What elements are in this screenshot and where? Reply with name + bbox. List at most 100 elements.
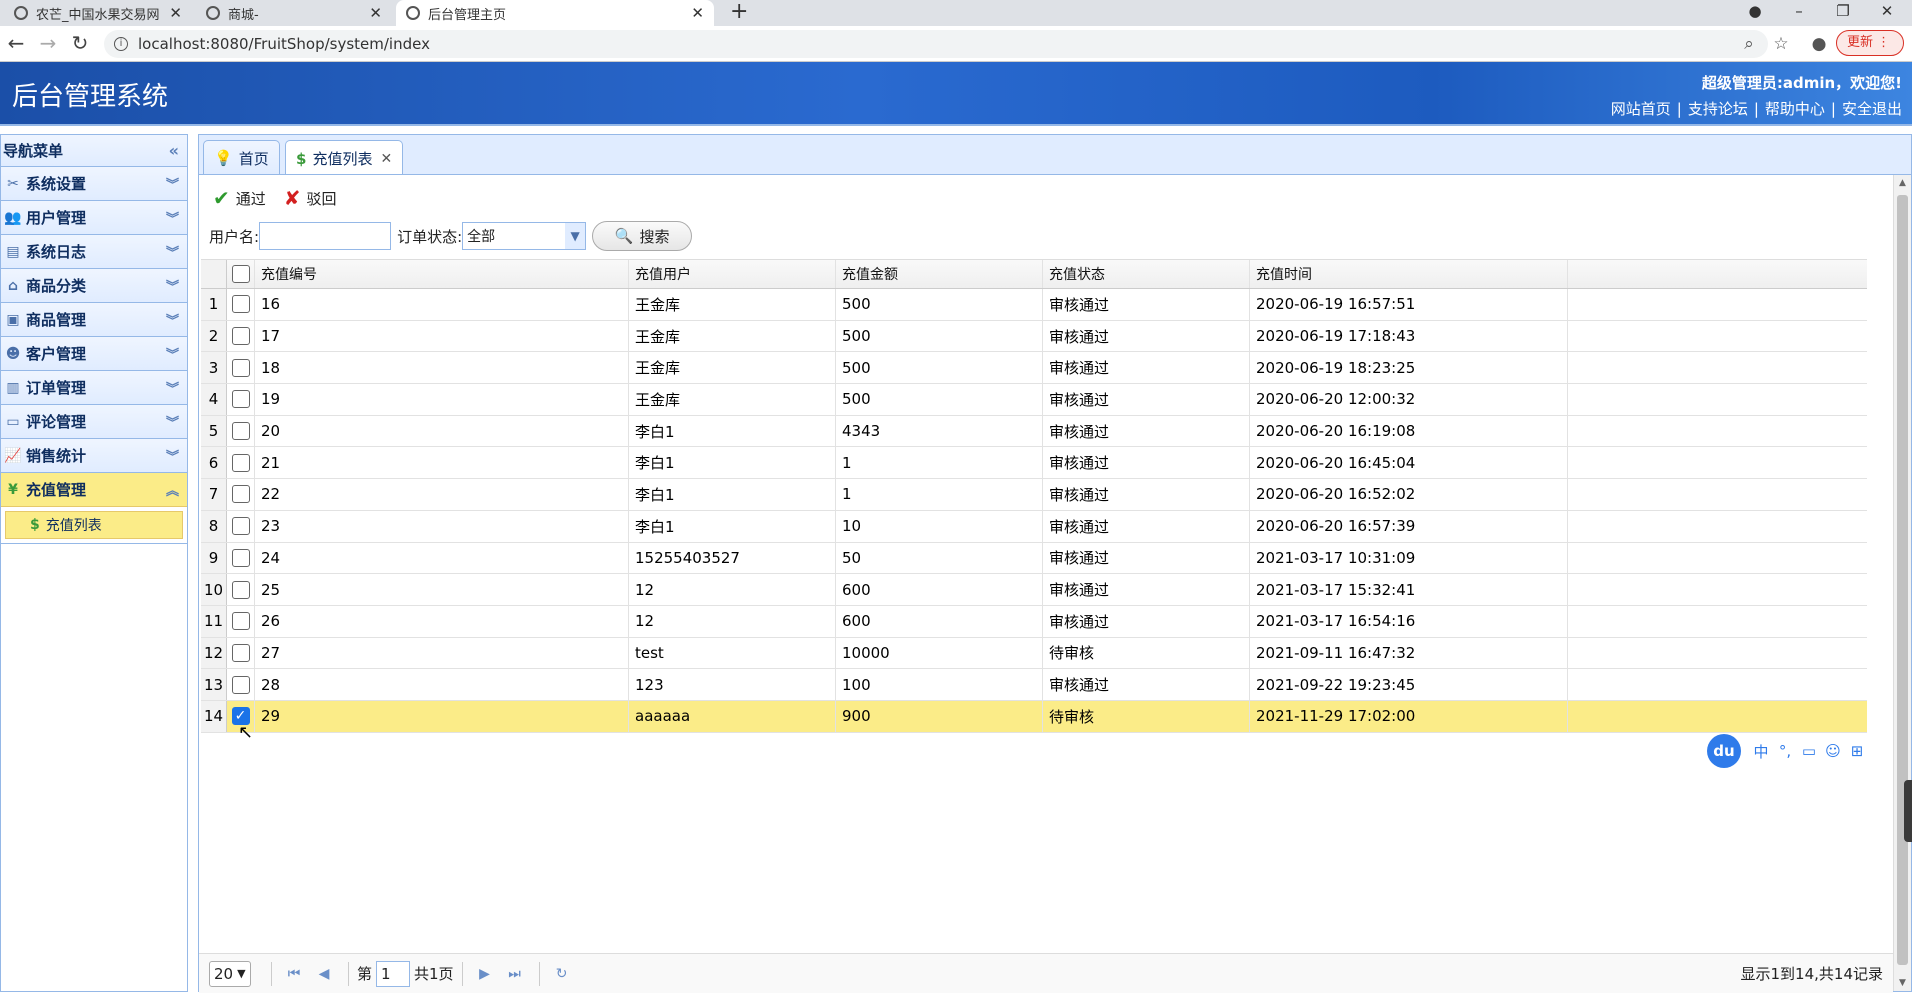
row-checkbox[interactable] <box>231 612 250 631</box>
row-checkbox[interactable] <box>231 548 250 567</box>
table-row[interactable]: 7 22 李白1 1 审核通过 2020-06-20 16:52:02 <box>201 479 1867 511</box>
header-checkbox-cell <box>227 260 255 288</box>
update-button[interactable]: 更新 ⋮ <box>1836 30 1904 56</box>
sidebar-item-comment[interactable]: ▭ 评论管理 ︾ <box>1 405 187 439</box>
table-row[interactable]: 3 18 王金库 500 审核通过 2020-06-19 18:23:25 <box>201 352 1867 385</box>
sidebar-item-system-log[interactable]: ▤ 系统日志 ︾ <box>1 235 187 269</box>
bookmark-star-icon[interactable]: ☆ <box>1770 33 1792 55</box>
link-forum[interactable]: 支持论坛 <box>1688 100 1748 118</box>
zoom-icon[interactable]: ⌕ <box>1738 33 1760 55</box>
ime-user-icon[interactable]: ☺ <box>1821 742 1845 760</box>
sidebar-item-customer[interactable]: ☻ 客户管理 ︾ <box>1 337 187 371</box>
sidebar-item-order[interactable]: ▥ 订单管理 ︾ <box>1 371 187 405</box>
reload-icon[interactable]: ↻ <box>68 32 92 56</box>
sidebar-item-system-settings[interactable]: ✂ 系统设置 ︾ <box>1 167 187 201</box>
table-row[interactable]: 8 23 李白1 10 审核通过 2020-06-20 16:57:39 <box>201 510 1867 543</box>
address-bar: ← → ↻ i localhost:8080/FruitShop/system/… <box>0 26 1912 62</box>
tab-recharge-list[interactable]: $ 充值列表 ✕ <box>285 140 404 176</box>
collapse-left-icon[interactable]: « <box>169 141 179 160</box>
header-id[interactable]: 充值编号 <box>255 260 629 288</box>
forward-icon[interactable]: → <box>36 32 60 56</box>
next-page-icon[interactable]: ▶ <box>471 966 499 982</box>
page-size-select[interactable]: 20 ▼ <box>209 960 251 987</box>
row-checkbox[interactable] <box>231 295 250 314</box>
table-row[interactable]: 11 26 12 600 审核通过 2021-03-17 16:54:16 <box>201 605 1867 638</box>
row-checkbox[interactable] <box>231 580 250 599</box>
browser-tab-active[interactable]: 后台管理主页 ✕ <box>396 0 714 26</box>
row-checkbox[interactable] <box>231 422 250 441</box>
panel-tabs: 💡 首页 $ 充值列表 ✕ <box>198 134 1912 176</box>
browser-tab[interactable]: 农芒_中国水果交易网 ✕ <box>4 0 192 26</box>
row-checkbox[interactable] <box>231 453 250 472</box>
header-time[interactable]: 充值时间 <box>1250 260 1568 288</box>
page-number-input[interactable]: 1 <box>376 960 411 987</box>
table-row[interactable]: 14 ✓ 29 aaaaaa 900 待审核 2021-11-29 17:02:00 <box>201 700 1867 733</box>
row-checkbox[interactable] <box>231 390 250 409</box>
baidu-ime-icon[interactable]: du <box>1707 734 1741 768</box>
link-help[interactable]: 帮助中心 <box>1765 100 1825 118</box>
select-all-checkbox[interactable] <box>231 265 250 283</box>
search-button[interactable]: 🔍 搜索 <box>592 221 693 251</box>
new-tab-icon[interactable]: + <box>730 0 748 26</box>
info-icon[interactable]: i <box>114 37 128 51</box>
ime-punct-icon[interactable]: °, <box>1773 742 1797 760</box>
sidebar-item-user-management[interactable]: 👥 用户管理 ︾ <box>1 201 187 235</box>
table-row[interactable]: 4 19 王金库 500 审核通过 2020-06-20 12:00:32 <box>201 384 1867 416</box>
cell-user: 李白1 <box>629 510 836 542</box>
row-checkbox[interactable] <box>231 517 250 536</box>
row-checkbox[interactable] <box>231 675 250 694</box>
reject-button[interactable]: ✘ 驳回 <box>284 186 337 210</box>
header-amount[interactable]: 充值金额 <box>836 260 1043 288</box>
close-icon[interactable]: ✕ <box>691 4 704 22</box>
refresh-icon[interactable]: ↻ <box>548 966 576 982</box>
sidebar-subitem-recharge-list[interactable]: $ 充值列表 <box>5 511 183 539</box>
last-page-icon[interactable]: ⏭ <box>501 966 529 982</box>
url-field[interactable]: i localhost:8080/FruitShop/system/index <box>104 30 1768 58</box>
browser-tab[interactable]: 商城- ✕ <box>196 0 392 26</box>
row-checkbox[interactable] <box>231 643 250 662</box>
table-row[interactable]: 9 24 15255403527 50 审核通过 2021-03-17 10:31:09 <box>201 542 1867 575</box>
ime-chinese-icon[interactable]: 中 <box>1749 741 1773 762</box>
side-panel-handle[interactable] <box>1904 780 1912 842</box>
scroll-thumb[interactable] <box>1897 195 1908 965</box>
table-row[interactable]: 5 20 李白1 4343 审核通过 2020-06-20 16:19:08 <box>201 415 1867 448</box>
restore-icon[interactable]: ❐ <box>1828 0 1858 26</box>
table-row[interactable]: 13 28 123 100 审核通过 2021-09-22 19:23:45 <box>201 669 1867 701</box>
row-checkbox[interactable] <box>231 327 250 346</box>
close-icon[interactable]: ✕ <box>369 4 382 22</box>
chevron-down-icon[interactable]: ▼ <box>565 223 586 249</box>
status-select[interactable]: 全部 ▼ <box>462 222 587 250</box>
table-row[interactable]: 6 21 李白1 1 审核通过 2020-06-20 16:45:04 <box>201 447 1867 480</box>
sidebar-item-goods[interactable]: ▣ 商品管理 ︾ <box>1 303 187 337</box>
scroll-down-icon[interactable]: ▼ <box>1894 975 1911 991</box>
close-icon[interactable]: ✕ <box>169 4 182 22</box>
header-user[interactable]: 充值用户 <box>629 260 836 288</box>
table-row[interactable]: 12 27 test 10000 待审核 2021-09-11 16:47:32 <box>201 637 1867 670</box>
tab-home[interactable]: 💡 首页 <box>203 140 280 175</box>
ime-grid-icon[interactable]: ⊞ <box>1845 742 1869 760</box>
approve-button[interactable]: ✔ 通过 <box>213 186 266 210</box>
first-page-icon[interactable]: ⏮ <box>280 966 308 982</box>
sidebar-item-category[interactable]: ⌂ 商品分类 ︾ <box>1 269 187 303</box>
header-status[interactable]: 充值状态 <box>1043 260 1250 288</box>
window-close-icon[interactable]: ✕ <box>1872 0 1902 26</box>
row-checkbox[interactable] <box>231 485 250 504</box>
close-icon[interactable]: ✕ <box>380 151 392 167</box>
scroll-up-icon[interactable]: ▲ <box>1894 175 1911 191</box>
table-row[interactable]: 1 16 王金库 500 审核通过 2020-06-19 16:57:51 <box>201 289 1867 321</box>
back-icon[interactable]: ← <box>4 32 28 56</box>
prev-page-icon[interactable]: ◀ <box>310 966 338 982</box>
sidebar-item-recharge[interactable]: ¥ 充值管理 ︽ <box>1 473 187 507</box>
table-row[interactable]: 10 25 12 600 审核通过 2021-03-17 15:32:41 <box>201 574 1867 606</box>
minimize-icon[interactable]: – <box>1784 0 1814 26</box>
profile-menu-icon[interactable]: ● <box>1740 0 1770 26</box>
table-row[interactable]: 2 17 王金库 500 审核通过 2020-06-19 17:18:43 <box>201 320 1867 353</box>
username-input[interactable] <box>259 222 392 250</box>
account-icon[interactable]: ● <box>1808 33 1830 55</box>
vertical-scrollbar[interactable]: ▲ ▼ <box>1893 175 1911 991</box>
row-checkbox[interactable] <box>231 358 250 377</box>
ime-keyboard-icon[interactable]: ▭ <box>1797 742 1821 760</box>
link-site-home[interactable]: 网站首页 <box>1611 100 1671 118</box>
link-logout[interactable]: 安全退出 <box>1842 100 1902 118</box>
sidebar-item-sales-stats[interactable]: 📈 销售统计 ︾ <box>1 439 187 473</box>
